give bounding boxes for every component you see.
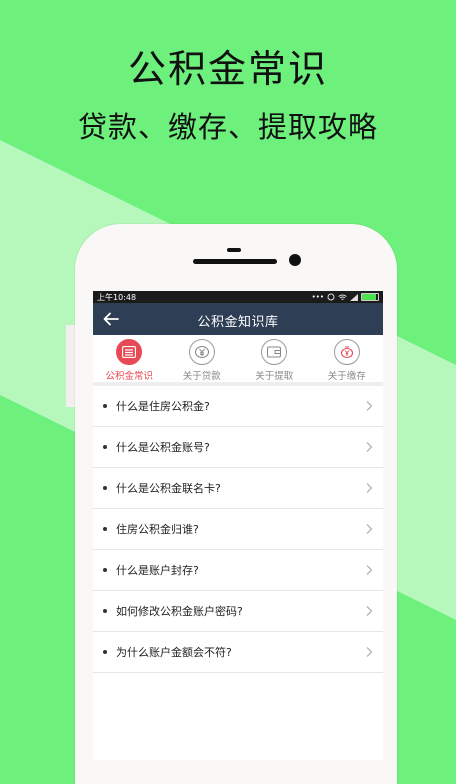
promo-headline: 公积金常识: [127, 47, 328, 91]
battery-icon: [361, 293, 379, 301]
chevron-right-icon: [366, 647, 373, 657]
list-item-text: 什么是账户封存?: [116, 564, 199, 577]
promo-subheadline: 贷款、缴存、提取攻略: [77, 110, 378, 144]
status-bar: 上午10:48 •••: [93, 291, 383, 303]
tab-label: 公积金常识: [105, 371, 153, 382]
list-item[interactable]: 什么是住房公积金?: [93, 386, 383, 427]
battery-level: [362, 294, 377, 300]
chevron-right-icon: [366, 565, 373, 575]
list-item[interactable]: 住房公积金归谁?: [93, 509, 383, 550]
chevron-right-icon: [366, 442, 373, 452]
chevron-right-icon: [366, 401, 373, 411]
wallet-icon: [261, 339, 288, 365]
bullet-icon: [103, 527, 107, 531]
list-item-text: 什么是住房公积金?: [116, 400, 210, 413]
list-item-text: 为什么账户金额会不符?: [116, 646, 232, 659]
tab-label: 关于贷款: [182, 371, 221, 382]
nav-bar: 公积金知识库: [93, 303, 383, 335]
chevron-right-icon: [366, 483, 373, 493]
phone-sensor: [227, 248, 241, 252]
list-item-text: 如何修改公积金账户密码?: [116, 605, 243, 618]
list-item-text: 住房公积金归谁?: [116, 523, 199, 536]
page-title: 公积金知识库: [197, 315, 279, 330]
phone-camera: [289, 254, 301, 266]
bullet-icon: [103, 404, 107, 408]
piggy-bank-icon: [333, 339, 360, 365]
list-item[interactable]: 如何修改公积金账户密码?: [93, 591, 383, 632]
more-icon: •••: [311, 293, 324, 301]
bullet-icon: [103, 568, 107, 572]
list-item[interactable]: 什么是公积金联名卡?: [93, 468, 383, 509]
phone-side-button: [66, 325, 75, 407]
alarm-icon: [327, 293, 335, 301]
list-item-text: 什么是公积金联名卡?: [116, 482, 221, 495]
category-tabs: 公积金常识 关于贷款 关于提取 关于缴存: [93, 335, 383, 386]
bullet-icon: [103, 486, 107, 490]
status-icons: •••: [312, 293, 379, 301]
chevron-right-icon: [366, 606, 373, 616]
list-icon: [116, 339, 143, 365]
status-time: 上午10:48: [97, 292, 137, 302]
list-item[interactable]: 为什么账户金额会不符?: [93, 632, 383, 673]
wifi-icon: [338, 294, 347, 300]
list-item[interactable]: 什么是账户封存?: [93, 550, 383, 591]
list-item[interactable]: 什么是公积金账号?: [93, 427, 383, 468]
faq-list: 什么是住房公积金? 什么是公积金账号? 什么是公积金联名卡? 住房公积金归谁? …: [93, 386, 383, 673]
tab-basics[interactable]: 公积金常识: [93, 335, 166, 382]
bullet-icon: [103, 609, 107, 613]
phone-speaker: [193, 259, 277, 264]
list-item-text: 什么是公积金账号?: [116, 441, 210, 454]
app-screen: 上午10:48 ••• 公积金知识库 公积金常识 关于贷款 关于提取 关于缴存 …: [93, 291, 383, 760]
bullet-icon: [103, 445, 107, 449]
yen-coin-icon: [188, 339, 215, 365]
bullet-icon: [103, 650, 107, 654]
signal-icon: [350, 293, 358, 301]
tab-label: 关于提取: [255, 371, 294, 382]
tab-deposit[interactable]: 关于缴存: [311, 335, 384, 382]
tab-loans[interactable]: 关于贷款: [166, 335, 239, 382]
tab-label: 关于缴存: [327, 371, 366, 382]
chevron-right-icon: [366, 524, 373, 534]
tab-withdrawal[interactable]: 关于提取: [238, 335, 311, 382]
